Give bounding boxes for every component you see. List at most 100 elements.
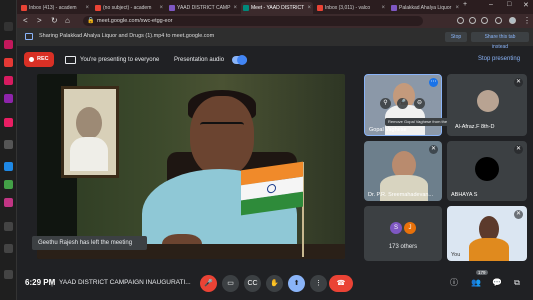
instagram-icon[interactable] (4, 198, 13, 207)
tab-label: Palakkad Ahalya Liquor (399, 5, 452, 11)
stop-presenting-button[interactable]: Stop presenting (478, 56, 520, 62)
browser-tab[interactable]: Palakkad Ahalya Liquor × (389, 2, 461, 14)
self-tile[interactable]: ✕ You (447, 206, 527, 261)
minimize-icon[interactable]: – (489, 1, 493, 8)
share-this-tab-button[interactable]: Share this tab instead (471, 32, 529, 50)
speaker-glasses (200, 122, 244, 132)
close-window-icon[interactable]: ✕ (523, 1, 529, 9)
close-tab-icon[interactable]: × (85, 2, 89, 14)
presenting-text: You're presenting to everyone (80, 57, 160, 63)
rec-label: REC (37, 56, 49, 62)
present-screen-icon (65, 56, 76, 64)
tab-label: Meet - YAAD DISTRICT (251, 5, 305, 11)
back-icon[interactable]: < (23, 16, 28, 26)
muted-mic-icon: ✕ (514, 210, 523, 219)
participant-tile[interactable]: ✕ ABHAYA S (447, 141, 527, 201)
participant-name: Gopal Vaghese (369, 127, 407, 133)
muted-mic-icon: ✕ (514, 78, 523, 87)
presentation-audio-toggle[interactable] (232, 55, 247, 65)
doc-icon (391, 5, 397, 11)
pin-icon[interactable]: ⚲ (380, 98, 391, 109)
gmail-icon (95, 5, 101, 11)
toggle-knob (237, 55, 247, 65)
browser-tab[interactable]: Inbox (3,011) - valco × (315, 2, 387, 14)
sidebar-app-icon[interactable] (4, 140, 13, 149)
tab-bar: Inbox (413) - academ × (no subject) - ac… (17, 0, 533, 14)
remove-participant-icon[interactable]: ⊖ (414, 98, 425, 109)
meet-icon (243, 5, 249, 11)
sidebar-app-icon[interactable] (4, 58, 13, 67)
sidebar-app-icon[interactable] (4, 244, 13, 253)
camera-icon[interactable] (457, 17, 464, 24)
sidebar-app-icon[interactable] (4, 94, 13, 103)
camera-button[interactable]: ▭ (222, 275, 239, 292)
recording-badge[interactable]: REC (24, 52, 54, 67)
browser-tab[interactable]: YAAD DISTRICT CAMP × (167, 2, 239, 14)
sharing-bar: Sharing Palakkad Ahalya Liquor and Drugs… (17, 28, 533, 50)
browser-sidebar (0, 0, 17, 300)
extensions-icon[interactable] (495, 17, 502, 24)
participant-name: ABHAYA S (451, 192, 478, 198)
leave-call-button[interactable]: ☎ (329, 275, 353, 292)
participant-tile[interactable]: ✕ Al-Afraz.F 8th-D (447, 74, 527, 136)
captions-button[interactable]: CC (244, 275, 261, 292)
reload-icon[interactable]: ↻ (51, 16, 58, 26)
raise-hand-button[interactable]: ✋ (266, 275, 283, 292)
sidebar-more-icon[interactable] (4, 270, 13, 279)
sidebar-app-icon[interactable] (4, 76, 13, 85)
chat-icon[interactable]: 💬 (491, 277, 503, 289)
browser-tab[interactable]: (no subject) - academ × (93, 2, 165, 14)
present-button[interactable]: ⬆ (288, 275, 305, 292)
meeting-control-bar: 6:29 PM | YAAD DISTRICT CAMPAIGN INAUGUR… (17, 268, 533, 300)
sidebar-home-icon[interactable] (4, 118, 13, 127)
doc-icon (169, 5, 175, 11)
mute-participant-icon[interactable]: 🎤 (397, 98, 408, 109)
maximize-icon[interactable]: □ (507, 1, 511, 8)
share-icon[interactable] (469, 17, 476, 24)
messenger-icon[interactable] (4, 162, 13, 171)
close-tab-icon[interactable]: × (381, 2, 385, 14)
close-tab-icon[interactable]: × (233, 2, 237, 14)
close-tab-icon[interactable]: × (307, 2, 311, 14)
self-name: You (451, 252, 461, 258)
sidebar-app-icon[interactable] (4, 222, 13, 231)
profile-avatar[interactable] (509, 17, 516, 24)
sidebar-menu-icon[interactable] (4, 22, 13, 31)
activities-icon[interactable]: ⧉ (511, 277, 523, 289)
others-count: 173 others (388, 244, 418, 250)
mic-off-button[interactable]: 🎤 (200, 275, 217, 292)
tab-label: Inbox (413) - academ (29, 5, 77, 11)
stop-sharing-button[interactable]: Stop (445, 32, 467, 42)
more-options-icon[interactable]: ⋯ (429, 78, 438, 87)
gmail-icon (317, 5, 323, 11)
gmail-icon (21, 5, 27, 11)
people-icon[interactable]: 👥 (470, 277, 482, 289)
screen-share-icon (25, 33, 33, 40)
home-icon[interactable]: ⌂ (65, 16, 70, 26)
address-bar: < > ↻ ⌂ 🔒 meet.google.com/xwc-etgg-eor ⋮ (17, 14, 533, 28)
forward-icon[interactable]: > (37, 16, 42, 26)
close-tab-icon[interactable]: × (159, 2, 163, 14)
muted-mic-icon: ✕ (429, 145, 438, 154)
tab-label: (no subject) - academ (103, 5, 152, 11)
sharing-text: Sharing Palakkad Ahalya Liquor and Drugs… (39, 33, 215, 39)
browser-tab[interactable]: Inbox (413) - academ × (19, 2, 91, 14)
avatar-j: J (404, 222, 416, 234)
bookmark-star-icon[interactable] (481, 17, 488, 24)
close-tab-icon[interactable]: × (455, 2, 459, 14)
whatsapp-icon[interactable] (4, 180, 13, 189)
participant-tile[interactable]: ✕ Dr. P.R. Sreemahadevan... (364, 141, 442, 201)
more-options-button[interactable]: ⋮ (310, 275, 327, 292)
sidebar-app-icon[interactable] (4, 40, 13, 49)
speaker-face (190, 96, 254, 176)
chakra-icon (267, 183, 276, 194)
url-field[interactable]: 🔒 meet.google.com/xwc-etgg-eor (83, 16, 423, 26)
separator: | (51, 278, 54, 287)
browser-tab-active[interactable]: Meet - YAAD DISTRICT × (241, 2, 313, 14)
new-tab-icon[interactable]: + (463, 1, 467, 8)
others-tile[interactable]: S J 173 others (364, 206, 442, 261)
meeting-info-icon[interactable]: ⓘ (448, 277, 460, 289)
tab-label: YAAD DISTRICT CAMP (177, 5, 231, 11)
shared-video (37, 74, 345, 259)
menu-icon[interactable]: ⋮ (523, 16, 531, 26)
